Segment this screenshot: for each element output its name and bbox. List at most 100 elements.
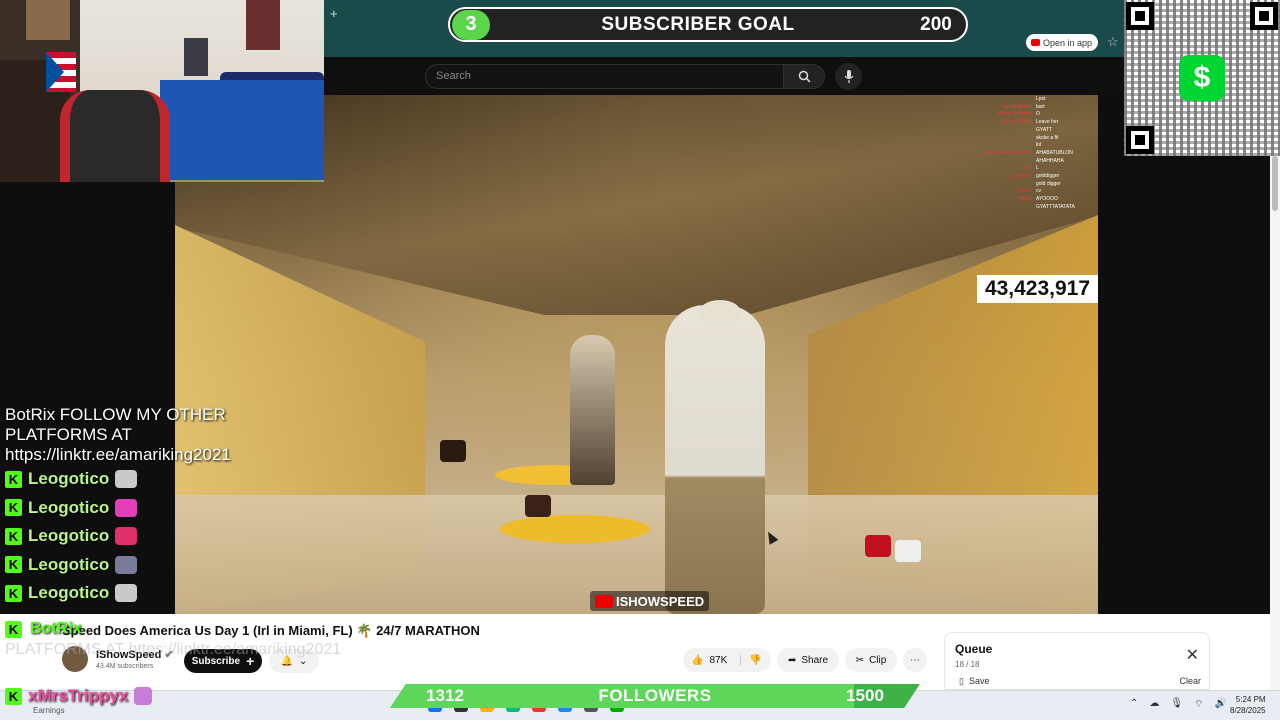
inset-chat-user: Andres Felipe Cerpa <box>986 149 1032 156</box>
chat-username: Leogotico <box>28 497 110 517</box>
chat-username: Leogotico <box>28 554 110 574</box>
bookmark-star-icon[interactable]: ☆ <box>1107 34 1119 50</box>
youtube-icon <box>1031 39 1040 46</box>
inset-chat-user: Bob <box>1023 165 1032 172</box>
inset-chat-user: Luis pillow <box>1008 173 1032 180</box>
chat-message: K xMrsTrippyx <box>5 686 153 706</box>
subscriber-goal-bar: 3 SUBSCRIBER GOAL 200 <box>448 7 968 42</box>
cloud-icon[interactable]: ☁ <box>1149 698 1159 711</box>
share-button[interactable]: ➦ Share <box>777 648 839 672</box>
close-icon[interactable]: ✕ <box>1186 645 1199 665</box>
qr-finder <box>1126 2 1154 30</box>
inset-chat-text: lol <box>1036 142 1042 149</box>
microphone-icon <box>844 70 853 83</box>
chat-message: K Leogotico <box>0 551 290 580</box>
like-button[interactable]: 👍 87K <box>683 654 741 666</box>
inset-chat-user <box>962 135 1032 143</box>
voice-search-button[interactable] <box>835 63 862 90</box>
inset-chat-user: Saved Nation <box>1001 103 1032 110</box>
followers-target: 1500 <box>846 686 884 705</box>
inset-chat-text: AHABATUBLON <box>1036 149 1073 156</box>
chat-message: K Leogotico <box>0 465 290 494</box>
open-in-app-label: Open in app <box>1043 37 1093 48</box>
video-scene-person <box>665 305 765 614</box>
queue-title: Queue <box>955 642 993 656</box>
inset-chat-user: Enrique Marin <box>1000 119 1032 126</box>
inset-chat-row: GYATTTATATATA <box>962 204 1098 212</box>
microphone-icon[interactable]: 🎙 <box>1170 698 1183 711</box>
webcam-poster <box>26 0 70 40</box>
inset-chat-text: skoke a fit <box>1036 134 1059 141</box>
youtube-icon <box>595 594 613 608</box>
inset-chat-row: Lpst <box>962 96 1098 104</box>
clip-button[interactable]: ✂ Clip <box>845 648 897 672</box>
cashapp-qr-code: $ <box>1124 0 1280 156</box>
chat-username: Leogotico <box>28 583 110 603</box>
cashapp-icon: $ <box>1179 55 1225 101</box>
chat-username: BotRix <box>30 620 82 637</box>
queue-clear-button[interactable]: Clear <box>1179 676 1201 686</box>
thumbs-up-icon: 👍 <box>691 654 704 666</box>
webcam-bed <box>160 80 324 180</box>
dislike-button[interactable]: 👎 <box>741 655 761 666</box>
chat-emote-icon <box>134 687 153 705</box>
open-in-app-button[interactable]: Open in app <box>1026 34 1098 51</box>
new-tab-icon[interactable]: + <box>330 6 338 21</box>
search-input[interactable]: Search <box>425 64 785 89</box>
queue-panel: Queue 18 / 18 ✕ ▯ Save Clear <box>944 632 1210 690</box>
inset-chat-row: lol <box>962 142 1098 150</box>
bookmark-icon: ▯ <box>959 676 964 686</box>
chat-message: K Leogotico <box>0 579 290 608</box>
inset-chat-user: Pibbly <box>1018 196 1032 203</box>
inset-chat-text: Lpst <box>1036 96 1046 102</box>
webcam-overlay <box>0 0 324 182</box>
inset-chat-row: GYATT <box>962 127 1098 135</box>
inset-chat-row: AHAHHAHA <box>962 158 1098 166</box>
viewer-count: 43,423,917 <box>977 275 1098 303</box>
inset-chat-text: Leave her <box>1036 119 1059 126</box>
inset-chat-row: Luis pillow golddigger <box>962 173 1098 181</box>
like-dislike-bar: 👍 87K 👎 <box>683 648 771 672</box>
subscriber-goal-target: 200 <box>920 13 952 35</box>
inset-chat-row: Bob L <box>962 165 1098 173</box>
inset-chat-text: golddigger <box>1036 173 1060 180</box>
chevron-up-icon[interactable]: ⌃ <box>1130 698 1138 711</box>
chat-username: Leogotico <box>28 526 110 546</box>
search-button[interactable] <box>783 64 825 89</box>
page-scrollbar[interactable] <box>1270 156 1280 720</box>
inset-chat-user: Kaiser <box>1017 188 1032 195</box>
kick-icon: K <box>5 499 22 517</box>
share-label: Share <box>801 654 829 666</box>
video-scene-mannequin <box>570 335 615 485</box>
video-scene-bag <box>865 535 891 557</box>
chat-emote-icon <box>115 527 138 546</box>
inset-chat-row: Winter Sanders O <box>962 111 1098 119</box>
chat-username: xMrsTrippyx <box>28 686 129 705</box>
more-actions-button[interactable]: ⋯ <box>903 648 927 672</box>
chat-fading-text: PLATFORMS AT https://linktr.ee/amariking… <box>5 641 342 658</box>
taskbar-earnings-label: Earnings <box>33 706 65 715</box>
watermark-label: ISHOWSPEED <box>616 593 705 609</box>
kick-icon: K <box>5 470 22 488</box>
queue-count: 18 / 18 <box>955 660 980 669</box>
kick-icon: K <box>5 620 22 638</box>
volume-icon[interactable]: 🔊 <box>1215 698 1227 711</box>
chat-message: K Leogotico <box>0 522 290 551</box>
video-scene-table <box>500 515 650 543</box>
chat-message: K Leogotico <box>0 494 290 523</box>
taskbar-clock[interactable]: 5:24 PM 8/28/2025 <box>1230 694 1266 716</box>
scissors-icon: ✂ <box>855 654 865 666</box>
chat-messages: K Leogotico K Leogotico K Leogotico K Leogotico… <box>0 465 290 608</box>
inset-chat-row: Pibbly AYOOOO <box>962 196 1098 204</box>
scrollbar-thumb[interactable] <box>1272 156 1278 211</box>
inset-chat-row: Enrique Marin Leave her <box>962 119 1098 127</box>
queue-save-button[interactable]: ▯ Save <box>959 676 989 687</box>
wifi-icon[interactable]: ⌔ <box>1194 698 1203 711</box>
subscriber-goal-label: SUBSCRIBER GOAL <box>601 13 795 35</box>
inset-chat-user <box>962 127 1032 135</box>
inset-chat-row: Saved Nation bart <box>962 104 1098 112</box>
search-icon <box>798 70 811 83</box>
chat-emote-icon <box>115 470 138 489</box>
stream-screen: + 3 SUBSCRIBER GOAL 200 Open in app ☆ Se… <box>0 0 1280 720</box>
inset-chat-text: O <box>1036 111 1040 118</box>
